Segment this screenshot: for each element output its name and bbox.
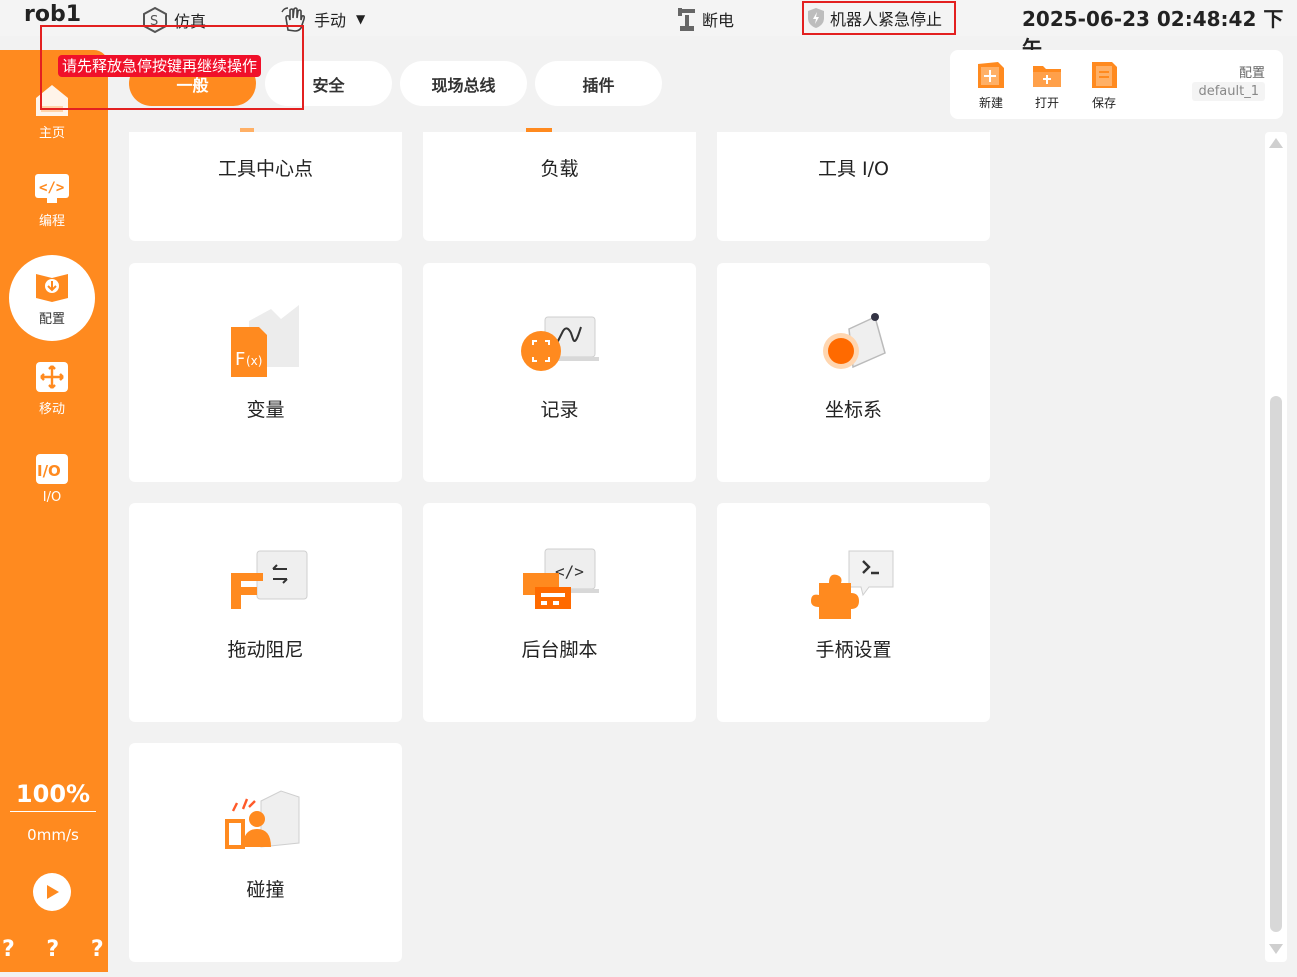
tile-tcp[interactable]: 工具中心点	[129, 132, 402, 241]
tile-background-script[interactable]: </> 后台脚本	[423, 503, 696, 722]
coordinate-frame-icon	[822, 313, 886, 369]
tile-label: 记录	[540, 399, 579, 421]
warning-message: 请先释放急停按键再继续操作	[58, 55, 262, 77]
sidebar-item-label: 编程	[38, 214, 65, 229]
svg-text:</>: </>	[555, 562, 584, 581]
open-config-button[interactable]: 打开	[1030, 58, 1064, 111]
shield-icon	[808, 8, 824, 28]
tile-tool-io[interactable]: 工具 I/O	[717, 132, 990, 241]
tile-frames[interactable]: 坐标系	[717, 263, 990, 482]
config-icon	[36, 273, 68, 302]
tile-payload[interactable]: 负载	[423, 132, 696, 241]
tile-drag-damping[interactable]: 拖动阻尼	[129, 503, 402, 722]
sidebar-item-label: 移动	[38, 402, 65, 417]
scroll-down-arrow-icon[interactable]	[1269, 944, 1283, 954]
svg-text:I/O: I/O	[37, 462, 61, 480]
save-config-button[interactable]: 保存	[1087, 58, 1121, 111]
script-icon: </>	[522, 548, 599, 609]
emergency-stop-status[interactable]: 机器人紧急停止	[802, 1, 956, 35]
sidebar-item-io[interactable]: I/O I/O	[0, 452, 104, 505]
folder-icon	[1033, 66, 1061, 87]
svg-text:(x): (x)	[246, 354, 262, 368]
tile-collision[interactable]: 碰撞	[129, 743, 402, 962]
speed-divider	[10, 811, 96, 812]
move-icon	[36, 362, 68, 392]
new-file-icon	[978, 62, 1004, 88]
tab-plugins[interactable]: 插件	[535, 61, 662, 106]
speed-value: 0mm/s	[27, 826, 79, 844]
tile-logs[interactable]: 记录	[423, 263, 696, 482]
drag-damping-icon	[230, 550, 307, 609]
new-config-button[interactable]: 新建	[974, 58, 1008, 111]
sidebar-item-label: 主页	[38, 126, 65, 141]
scrollbar-thumb[interactable]	[1270, 396, 1282, 932]
power-status-label: 断电	[702, 11, 735, 30]
config-title: 配置	[1238, 66, 1265, 81]
tile-label: 碰撞	[246, 879, 285, 901]
tile-label: 变量	[246, 399, 285, 421]
tile-label: 手柄设置	[815, 639, 892, 661]
collision-icon	[224, 790, 299, 849]
variables-icon: F (x)	[230, 305, 299, 377]
logs-icon	[520, 316, 599, 371]
save-icon	[1092, 62, 1117, 88]
scrollbar[interactable]	[1265, 132, 1287, 962]
robot-arm-icon	[678, 8, 695, 31]
tile-label: 工具中心点	[217, 158, 313, 180]
current-config-name: default_1	[1192, 82, 1265, 101]
tile-label: 后台脚本	[521, 639, 598, 661]
sidebar-item-move[interactable]: 移动	[0, 360, 104, 417]
tcp-icon-fragment	[240, 128, 254, 132]
tile-label: 坐标系	[824, 399, 882, 421]
new-config-label: 新建	[978, 96, 1003, 110]
config-toolbar: 新建 打开 保存 配置 default_1	[950, 50, 1283, 119]
payload-icon-fragment	[526, 128, 552, 132]
play-icon	[47, 885, 59, 899]
svg-text:F: F	[235, 349, 245, 370]
sidebar-item-program[interactable]: </> 编程	[0, 172, 104, 229]
open-config-label: 打开	[1034, 96, 1059, 110]
manual-mode-label: 手动	[314, 11, 347, 30]
tile-pendant-settings[interactable]: 手柄设置	[717, 503, 990, 722]
chevron-down-icon: ▼	[356, 12, 366, 26]
play-button[interactable]	[33, 873, 71, 911]
io-icon: I/O	[36, 454, 68, 484]
config-tiles-grid: 工具中心点 负载 工具 I/O F (x) 变量 记录 坐标系 拖动阻尼 </>…	[108, 132, 1260, 972]
power-status[interactable]: 断电	[676, 6, 734, 32]
terminal-icon	[810, 550, 893, 619]
sidebar-item-label: I/O	[42, 490, 62, 505]
robot-name: rob1	[24, 2, 82, 27]
tile-variables[interactable]: F (x) 变量	[129, 263, 402, 482]
tab-fieldbus[interactable]: 现场总线	[400, 61, 527, 106]
tile-label: 负载	[540, 158, 579, 180]
code-icon: </>	[35, 174, 69, 203]
svg-text:</>: </>	[39, 180, 64, 196]
sidebar-item-label: 配置	[38, 311, 65, 327]
save-config-label: 保存	[1091, 96, 1116, 110]
tile-label: 拖动阻尼	[227, 639, 304, 661]
scroll-up-arrow-icon[interactable]	[1269, 138, 1283, 148]
emergency-stop-label: 机器人紧急停止	[830, 10, 943, 29]
sidebar-item-config[interactable]: 配置	[9, 255, 95, 341]
speed-percent[interactable]: 100%	[10, 780, 96, 808]
tile-label: 工具 I/O	[818, 158, 889, 180]
